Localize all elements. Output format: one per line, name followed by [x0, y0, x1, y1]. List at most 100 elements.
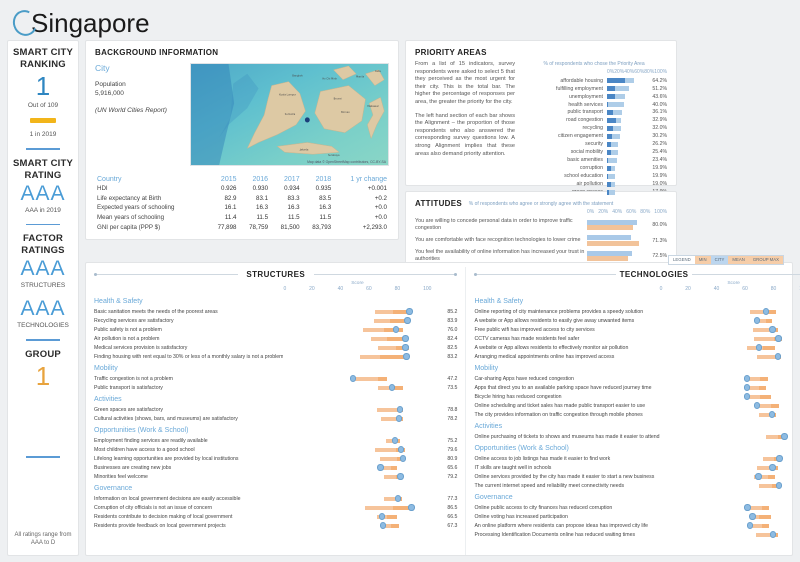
indicator-row: Online public access to city finances ha… — [474, 503, 800, 512]
city-bar — [587, 235, 632, 240]
group-title: GROUP — [25, 348, 61, 360]
indicator-score: 73.5 — [447, 384, 458, 391]
indicator-row: Businesses are creating new jobs 65.6 — [94, 463, 457, 472]
indicator-range — [283, 463, 431, 472]
priority-area-label: health services — [568, 101, 603, 108]
priority-areas-description: From a list of 15 indicators, survey res… — [415, 61, 515, 197]
row-value: +0.0 — [374, 214, 387, 222]
priority-chart-caption: % of respondents who chose the Priority … — [543, 61, 645, 67]
technologies-axis: 020406080100 — [660, 286, 800, 292]
priority-area-bar — [607, 141, 649, 148]
indicator-score: 77.3 — [447, 495, 458, 502]
axis-tick: 40 — [713, 286, 720, 292]
svg-text:Borneo: Borneo — [341, 110, 350, 114]
min-to-mean-bar — [375, 447, 396, 452]
indicator-range — [660, 530, 800, 539]
priority-area-label: road congestion — [566, 117, 603, 124]
indicator-group-title: Mobility — [94, 365, 118, 372]
min-to-mean-bar — [363, 327, 385, 332]
indicator-range — [283, 503, 431, 512]
indicator-range — [283, 374, 431, 383]
indicator-score: 65.6 — [447, 464, 458, 471]
indicator-label: The current internet speed and reliabili… — [474, 482, 625, 489]
axis-tick: 0% — [587, 209, 595, 215]
population-source: (UN World Cities Report) — [95, 107, 167, 114]
alignment-bar — [607, 141, 612, 148]
row-label: Mean years of schooling — [97, 214, 165, 222]
alignment-bar — [607, 165, 612, 172]
attitude-value: 71.3% — [652, 237, 668, 244]
city-score-marker — [776, 455, 783, 462]
indicator-row: Residents provide feedback on local gove… — [94, 521, 457, 530]
city-score-marker — [768, 411, 775, 418]
axis-tick: 20% — [614, 69, 625, 75]
city-label: City — [95, 63, 110, 73]
city-score-marker — [769, 326, 776, 333]
min-to-mean-bar — [360, 354, 380, 359]
mean-to-max-bar — [378, 376, 388, 381]
indicator-label: Basic sanitation meets the needs of the … — [94, 308, 218, 315]
alignment-bar — [607, 101, 609, 108]
axis-tick: 100% — [654, 69, 668, 75]
indicator-group-title: Mobility — [474, 365, 499, 372]
indicator-label: Online access to job listings has made i… — [474, 455, 611, 462]
header-rule-left — [94, 274, 238, 275]
indicator-score: 83.9 — [447, 317, 458, 324]
city-score-marker — [394, 495, 402, 502]
mean-to-max-bar — [767, 474, 775, 479]
technologies-title: TECHNOLOGIES — [619, 269, 689, 279]
table-header-row: Country 2015 2016 2017 2018 1 yr change — [95, 175, 389, 184]
row-value: 0.930 — [252, 185, 269, 193]
axis-tick: 20 — [309, 286, 315, 292]
divider — [26, 223, 60, 226]
background-information-title: BACKGROUND INFORMATION — [95, 48, 219, 57]
ratings-range-note: All ratings range from AAA to D — [14, 532, 72, 546]
row-label: HDI — [97, 185, 108, 193]
city-score-marker — [404, 317, 411, 324]
priority-area-row: school education 19.9% — [521, 173, 667, 180]
indicator-group-title: Health & Safety — [94, 298, 143, 305]
city-score-marker — [762, 308, 770, 315]
city-score-marker — [406, 308, 413, 315]
total-bar — [607, 173, 616, 180]
indicator-label: Apps that direct you to an available par… — [474, 384, 652, 391]
min-to-mean-bar — [353, 376, 379, 381]
divider — [26, 456, 60, 458]
legend-group-max: GROUP MAX — [748, 256, 783, 264]
legend-city: CITY — [710, 256, 729, 264]
priority-areas-card: PRIORITY AREAS From a list of 15 indicat… — [405, 40, 678, 195]
indicator-row: Online services provided by the city has… — [474, 472, 800, 481]
dashboard-page: Singapore SMART CITY RANKING 1 Out of 10… — [0, 0, 800, 562]
row-value: +2,293.0 — [362, 223, 387, 231]
axis-tick: 60% — [626, 209, 637, 215]
city-score-marker — [749, 513, 756, 520]
total-bar — [607, 157, 617, 164]
city-score-marker — [775, 335, 782, 342]
indicator-label: Online purchasing of tickets to shows an… — [474, 433, 660, 440]
alignment-bar — [607, 77, 625, 84]
map-graphic: Ho Chi Minh Manila Bangkok Cebu Kuala Lu… — [191, 64, 388, 165]
city-score-marker — [378, 513, 386, 520]
smart-city-rating-title: SMART CITY RATING — [12, 157, 74, 181]
axis-tick: 60% — [634, 69, 645, 75]
city-score-marker — [746, 522, 754, 529]
indicator-range — [660, 352, 800, 361]
row-value: 11.5 — [288, 214, 300, 222]
indicator-score: 79.6 — [447, 446, 458, 453]
priority-area-bar — [607, 157, 649, 164]
city-score-marker — [389, 384, 396, 391]
priority-areas-title: PRIORITY AREAS — [415, 48, 487, 57]
indicator-range — [283, 307, 431, 316]
mean-to-max-bar — [761, 523, 770, 528]
city-score-marker — [744, 504, 751, 511]
axis-tick: 20 — [685, 286, 691, 292]
min-to-mean-bar — [755, 532, 771, 537]
indicator-label: Green spaces are satisfactory — [94, 406, 163, 413]
indicator-label: Car-sharing Apps have reduced congestion — [474, 375, 574, 382]
smart-city-ranking-prev: 1 in 2019 — [29, 131, 57, 138]
indicator-range — [283, 454, 431, 463]
group-mean-bar — [587, 225, 633, 231]
indicator-row: Recycling services are satisfactory 83.9 — [94, 316, 457, 325]
priority-area-row: unemployment 43.6% — [521, 93, 667, 100]
mean-to-max-bar — [758, 385, 767, 390]
